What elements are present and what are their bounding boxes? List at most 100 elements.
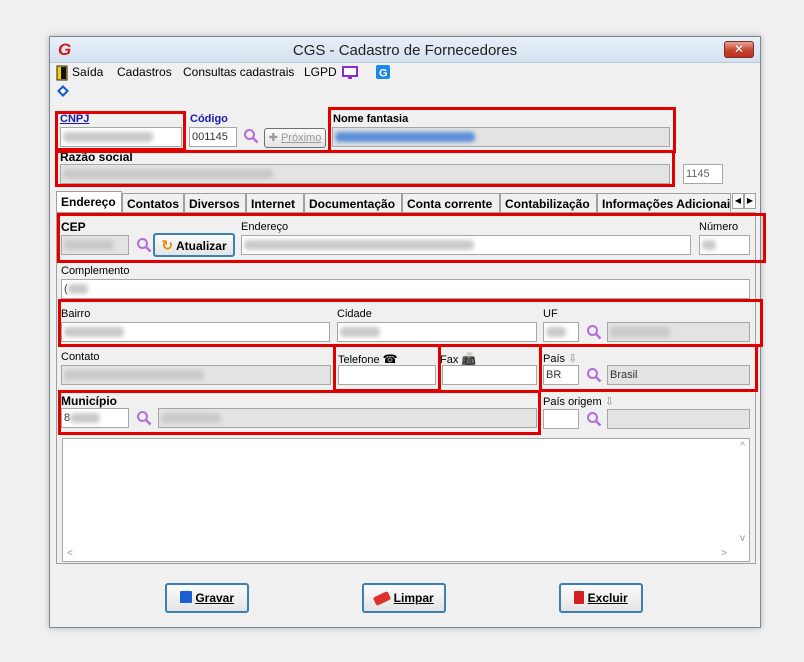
cep-field[interactable] bbox=[61, 235, 129, 255]
triangle-left-icon: ◀ bbox=[734, 196, 742, 205]
menu-lgpd[interactable]: LGPD bbox=[304, 65, 337, 79]
trash-icon bbox=[574, 591, 585, 604]
menu-saida[interactable]: Saída bbox=[72, 65, 103, 79]
endereco-redacted bbox=[244, 240, 474, 251]
uf-redacted bbox=[546, 327, 566, 338]
nome-fantasia-redacted bbox=[335, 132, 475, 143]
razao-social-label: Razão social bbox=[60, 150, 133, 164]
contato-redacted bbox=[64, 370, 204, 381]
codigo-label: Código bbox=[190, 113, 228, 125]
svg-text:G: G bbox=[379, 68, 388, 80]
cep-search-icon[interactable] bbox=[136, 237, 152, 253]
cnpj-label[interactable]: CNPJ bbox=[60, 113, 89, 125]
numero-field[interactable] bbox=[699, 235, 750, 255]
memo-scroll-up-icon[interactable]: ^ bbox=[740, 441, 745, 452]
tab-diversos[interactable]: Diversos bbox=[184, 193, 246, 212]
tab-endereco[interactable]: Endereço bbox=[56, 191, 122, 213]
memo-scroll-down-icon[interactable]: v bbox=[740, 533, 745, 544]
cidade-label: Cidade bbox=[337, 308, 372, 320]
cidade-redacted bbox=[340, 327, 380, 338]
municipio-code-redacted bbox=[70, 413, 101, 424]
diamond-logo-icon bbox=[57, 85, 69, 97]
municipio-search-icon[interactable] bbox=[136, 410, 152, 426]
title-bar: G CGS - Cadastro de Fornecedores ✕ bbox=[50, 37, 760, 63]
nome-fantasia-field[interactable] bbox=[332, 127, 670, 147]
app-g-icon[interactable]: G bbox=[376, 65, 390, 79]
cnpj-redacted bbox=[63, 132, 153, 143]
menu-consultas[interactable]: Consultas cadastrais bbox=[183, 65, 294, 79]
fax-label: Fax 📠 bbox=[440, 352, 477, 366]
menu-cadastros[interactable]: Cadastros bbox=[117, 65, 172, 79]
pais-origem-name-field[interactable] bbox=[607, 409, 750, 429]
cep-label: CEP bbox=[61, 220, 86, 234]
fax-field[interactable] bbox=[442, 365, 537, 385]
uf-label: UF bbox=[543, 308, 558, 320]
side-code-field[interactable]: 1145 bbox=[683, 164, 723, 184]
endereco-field[interactable] bbox=[241, 235, 691, 255]
action-bar: Gravar Limpar Excluir bbox=[50, 565, 760, 627]
cnpj-field[interactable] bbox=[60, 127, 182, 147]
codigo-field[interactable]: 001145 bbox=[189, 127, 237, 147]
excluir-button[interactable]: Excluir bbox=[559, 583, 643, 613]
uf-search-icon[interactable] bbox=[586, 324, 602, 340]
memo-scroll-right-icon[interactable]: > bbox=[721, 548, 727, 559]
municipio-name-field[interactable] bbox=[158, 408, 537, 428]
proximo-button[interactable]: ✚ Próximo bbox=[264, 128, 326, 148]
tab-conta-corrente[interactable]: Conta corrente bbox=[402, 193, 500, 212]
tab-scroll-left[interactable]: ◀ bbox=[732, 193, 744, 209]
uf-name-field[interactable] bbox=[607, 322, 750, 342]
tab-scroll-right[interactable]: ▶ bbox=[744, 193, 756, 209]
bairro-label: Bairro bbox=[61, 308, 91, 320]
pais-origem-code-field[interactable] bbox=[543, 409, 579, 429]
numero-redacted bbox=[702, 240, 716, 251]
eraser-icon bbox=[373, 591, 392, 607]
municipio-label: Município bbox=[61, 394, 117, 408]
telefone-label: Telefone ☎ bbox=[338, 352, 398, 366]
numero-label: Número bbox=[699, 221, 739, 233]
limpar-button[interactable]: Limpar bbox=[362, 583, 446, 613]
razao-social-field[interactable] bbox=[60, 164, 670, 184]
memo-scroll-left-icon[interactable]: < bbox=[67, 548, 73, 559]
telefone-field[interactable] bbox=[338, 365, 436, 385]
cidade-field[interactable] bbox=[337, 322, 537, 342]
endereco-label: Endereço bbox=[241, 221, 289, 233]
razao-social-redacted bbox=[63, 169, 273, 180]
contato-label: Contato bbox=[61, 351, 100, 363]
complemento-redacted bbox=[67, 284, 88, 295]
pais-origem-search-icon[interactable] bbox=[586, 411, 602, 427]
window-title: CGS - Cadastro de Fornecedores bbox=[292, 42, 518, 59]
tab-internet[interactable]: Internet bbox=[246, 193, 304, 212]
nome-fantasia-label: Nome fantasia bbox=[333, 113, 409, 125]
cep-redacted bbox=[64, 240, 114, 251]
municipio-name-redacted bbox=[161, 413, 221, 424]
fax-icon: 📠 bbox=[461, 352, 477, 366]
close-button[interactable]: ✕ bbox=[724, 41, 754, 58]
pais-origem-label: País origem ⇩ bbox=[543, 396, 614, 408]
telephone-icon: ☎ bbox=[382, 352, 398, 366]
gravar-button[interactable]: Gravar bbox=[165, 583, 249, 613]
tab-documentacao[interactable]: Documentação bbox=[304, 193, 402, 212]
pais-code-field[interactable]: BR bbox=[543, 365, 579, 385]
atualizar-button[interactable]: ↻ Atualizar bbox=[153, 233, 235, 257]
exit-door-icon[interactable] bbox=[56, 65, 68, 81]
monitor-icon[interactable] bbox=[342, 66, 358, 80]
contato-field[interactable] bbox=[61, 365, 331, 385]
tab-panel-endereco: CEP ↻ Atualizar Endereço Número Compleme… bbox=[56, 212, 766, 564]
notes-memo[interactable]: ^ v < > bbox=[62, 438, 750, 562]
pais-name-field[interactable]: Brasil bbox=[607, 365, 750, 385]
tab-informacoes-adicionais[interactable]: Informações Adicionai bbox=[597, 193, 731, 212]
search-icon[interactable] bbox=[243, 128, 259, 144]
tab-contatos[interactable]: Contatos bbox=[122, 193, 184, 212]
uf-field[interactable] bbox=[543, 322, 579, 342]
floppy-disk-icon bbox=[179, 591, 192, 603]
bairro-redacted bbox=[64, 327, 124, 338]
bairro-field[interactable] bbox=[61, 322, 330, 342]
complemento-field[interactable]: ( bbox=[61, 279, 750, 299]
municipio-code-field[interactable]: 8 bbox=[61, 408, 129, 428]
tab-contabilizacao[interactable]: Contabilização bbox=[500, 193, 597, 212]
plus-icon: ✚ bbox=[268, 132, 278, 144]
pais-label: País ⇩ bbox=[543, 353, 578, 365]
complemento-label: Complemento bbox=[61, 265, 130, 277]
down-arrow-icon: ⇩ bbox=[604, 396, 614, 408]
pais-search-icon[interactable] bbox=[586, 367, 602, 383]
